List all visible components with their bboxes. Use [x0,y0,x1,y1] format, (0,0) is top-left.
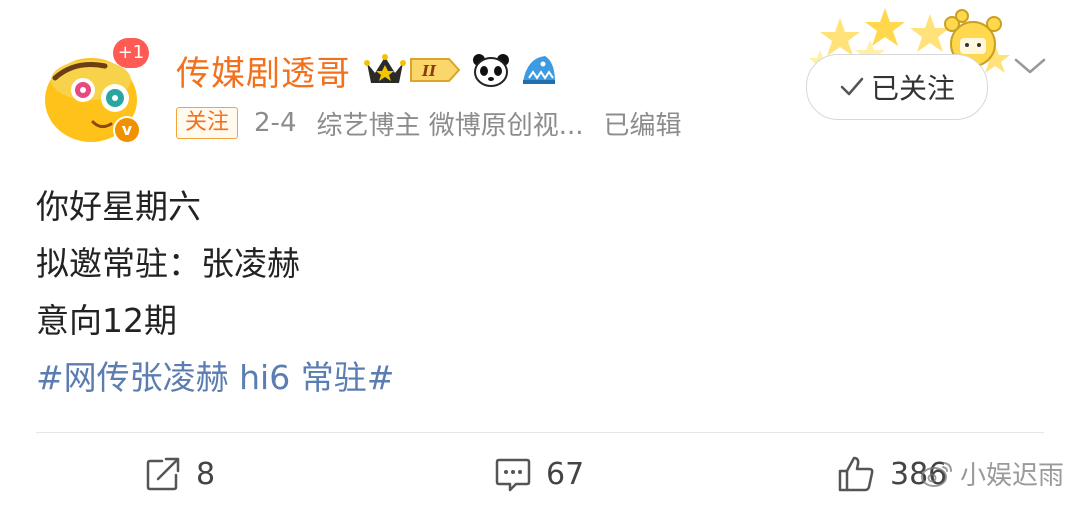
post-date: 2-4 [254,108,297,138]
post-text-line: 意向12期 [36,301,177,340]
panda-icon [473,54,509,87]
thumbs-up-icon [838,456,874,492]
post-source[interactable]: 综艺博主 微博原创视... [316,105,583,142]
follow-tag: 关注 [176,107,239,139]
avatar-new-badge: +1 [113,38,149,68]
hashtag-link[interactable]: #网传张凌赫 hi6 常驻# [36,349,394,406]
avatar-container[interactable]: +1 v [35,38,149,144]
post-text-line: 拟邀常驻：张凌赫 [36,244,300,283]
shark-icon [523,56,555,84]
repost-icon [146,457,180,491]
following-button-label: 已关注 [870,72,955,105]
level-badge-label: II [421,62,437,80]
watermark-text: 小娱迟雨 [960,461,1065,491]
post-meta-row: 关注 2-4 综艺博主 微博原创视... 已编辑 [176,105,682,142]
chevron-down-icon[interactable] [1012,54,1048,78]
watermark: 小娱迟雨 [920,455,1064,492]
author-name[interactable]: 传媒剧透哥 [176,46,351,95]
post-text-line: 你好星期六 [36,187,201,226]
repost-button[interactable]: 8 [144,452,215,496]
repost-count: 8 [196,456,216,492]
weibo-post: +1 v 传媒剧透哥 II 关注 2-4 综艺博主 微博原创视... 已编辑 已… [0,0,1080,513]
level-badge-icon: II [410,58,461,82]
post-content: 你好星期六 拟邀常驻：张凌赫 意向12期 #网传张凌赫 hi6 常驻# [36,178,394,406]
divider [36,432,1044,433]
check-icon [840,77,864,96]
comment-icon [495,458,531,492]
post-edited-label[interactable]: 已编辑 [604,105,682,142]
author-name-row: 传媒剧透哥 II [176,46,559,95]
following-button[interactable]: 已关注 [806,54,988,120]
weibo-logo-icon [921,461,952,487]
comment-count: 67 [546,456,585,492]
comment-button[interactable]: 67 [494,452,584,496]
crown-icon [364,54,406,83]
verified-badge-label: v [115,118,139,142]
verified-badge: v [113,116,141,144]
